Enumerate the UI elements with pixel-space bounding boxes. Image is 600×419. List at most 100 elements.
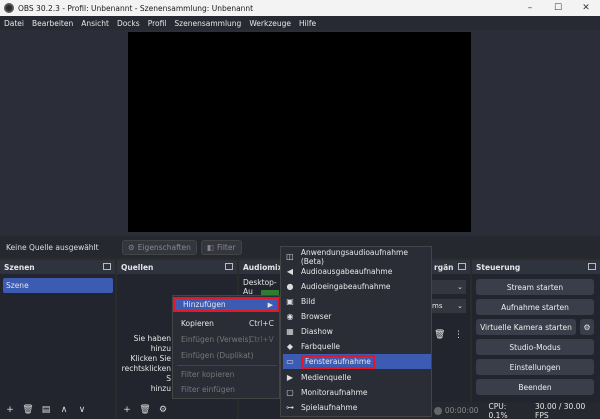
menu-separator: [177, 365, 277, 366]
menu-hilfe[interactable]: Hilfe: [299, 19, 316, 28]
undock-icon[interactable]: [588, 263, 596, 270]
minimize-icon[interactable]: –: [516, 0, 544, 16]
slideshow-icon: ▦: [286, 327, 294, 336]
start-stream-button[interactable]: Stream starten: [476, 279, 594, 295]
sources-toolbar: + 🗑 ⚙: [117, 401, 237, 419]
status-bar: 00:00:00 CPU: 0.1% 30.00 / 30.00 FPS: [432, 402, 600, 419]
submenu-item-label: Monitoraufnahme: [301, 388, 368, 397]
scenes-header: Szenen: [0, 260, 115, 274]
sources-title: Quellen: [121, 262, 154, 272]
submenu-item-browser[interactable]: ◉ Browser: [283, 309, 431, 324]
submenu-item-audio-input[interactable]: ● Audioeingabeaufnahme: [283, 279, 431, 294]
undock-icon[interactable]: [225, 263, 233, 270]
monitor-icon: ▢: [286, 388, 294, 397]
filter-label: Filter: [216, 242, 236, 252]
submenu-item-label: Diashow: [301, 327, 333, 336]
menu-docks[interactable]: Docks: [117, 19, 140, 28]
submenu-item-image[interactable]: ▣ Bild: [283, 294, 431, 309]
sources-context-menu: Hinzufügen ▶ Kopieren Ctrl+C Einfügen (Ver…: [172, 295, 280, 399]
menu-item-label: Filter kopieren: [181, 370, 235, 379]
transition-select[interactable]: ⌄: [430, 280, 466, 294]
submenu-item-app-audio[interactable]: ◫ Anwendungsaudioaufnahme (Beta): [283, 248, 431, 266]
hint-line: hinzu: [150, 384, 171, 393]
menu-item-paste-filters: Filter einfügen: [173, 382, 279, 397]
add-source-submenu: ◫ Anwendungsaudioaufnahme (Beta) ◀ Audioau…: [280, 246, 432, 417]
add-icon[interactable]: +: [121, 404, 133, 416]
controls-title: Steuerung: [476, 262, 521, 272]
menu-item-paste-reference: Einfügen (Verweis) Ctrl+V: [173, 332, 279, 347]
move-up-icon[interactable]: ∧: [58, 404, 70, 416]
window-title: OBS 30.2.3 - Profil: Unbenannt - Szenens…: [18, 3, 254, 13]
submenu-item-label: Audioeingabeaufnahme: [301, 282, 391, 291]
filter-icon: ◧: [206, 242, 214, 252]
preview-canvas[interactable]: [128, 32, 471, 232]
menu-item-label: Einfügen (Duplikat): [181, 351, 254, 360]
obs-logo-icon: [4, 3, 14, 13]
app-audio-icon: ◫: [286, 252, 294, 261]
gear-icon: ⚙: [128, 242, 135, 252]
menu-bar: Datei Bearbeiten Ansicht Docks Profil Sz…: [0, 16, 600, 30]
maximize-icon[interactable]: ☐: [544, 0, 572, 16]
gear-icon[interactable]: ⚙: [157, 404, 169, 416]
studio-mode-button[interactable]: Studio-Modus: [476, 339, 594, 355]
submenu-item-label: Browser: [301, 312, 332, 321]
hint-line: Sie haben: [133, 334, 171, 343]
controls-header: Steuerung: [472, 260, 600, 274]
duration-field[interactable]: ms ⌄: [430, 299, 466, 313]
properties-button[interactable]: ⚙ Eigenschaften: [122, 239, 197, 255]
duration-suffix: ms: [432, 302, 443, 310]
move-down-icon[interactable]: ∨: [76, 404, 88, 416]
menu-dots-icon[interactable]: ⋮: [454, 330, 463, 340]
menu-datei[interactable]: Datei: [4, 19, 24, 28]
submenu-item-media-source[interactable]: ▶ Medienquelle: [283, 370, 431, 385]
submenu-item-monitor-capture[interactable]: ▢ Monitoraufnahme: [283, 385, 431, 400]
menu-profil[interactable]: Profil: [148, 19, 167, 28]
menu-szenensammlung[interactable]: Szenensammlung: [174, 19, 241, 28]
start-recording-button[interactable]: Aufnahme starten: [476, 299, 594, 315]
submenu-item-label: Medienquelle: [301, 373, 352, 382]
globe-icon: ◉: [286, 312, 294, 321]
close-icon[interactable]: ✕: [572, 0, 600, 16]
start-virtual-camera-button[interactable]: Virtuelle Kamera starten: [476, 319, 576, 335]
gamepad-icon: ⊶: [286, 403, 294, 412]
microphone-icon: ●: [286, 282, 294, 291]
menu-item-shortcut: Ctrl+V: [249, 335, 274, 344]
title-bar: OBS 30.2.3 - Profil: Unbenannt - Szenens…: [0, 0, 600, 16]
fps-readout: 30.00 / 30.00 FPS: [535, 401, 586, 419]
submenu-item-color-source[interactable]: ◆ Farbquelle: [283, 339, 431, 354]
submenu-item-slideshow[interactable]: ▦ Diashow: [283, 324, 431, 339]
settings-button[interactable]: Einstellungen: [476, 359, 594, 375]
controls-dock: Steuerung Stream starten Aufnahme starte…: [472, 260, 600, 419]
no-source-label: Keine Quelle ausgewählt: [6, 242, 99, 252]
exit-button[interactable]: Beenden: [476, 379, 594, 395]
submenu-item-label: Bild: [301, 297, 316, 306]
trash-icon[interactable]: 🗑: [139, 404, 151, 416]
trash-icon[interactable]: 🗑: [22, 404, 34, 416]
undock-icon[interactable]: [458, 263, 466, 270]
scene-item[interactable]: Szene: [3, 278, 113, 293]
hint-line: hinzu: [150, 344, 171, 353]
transitions-dock: rgän ⌄ ms ⌄ 🗑 ⋮: [430, 260, 470, 419]
menu-ansicht[interactable]: Ansicht: [81, 19, 109, 28]
menu-item-add[interactable]: Hinzufügen ▶: [173, 297, 279, 312]
menu-werkzeuge[interactable]: Werkzeuge: [249, 19, 291, 28]
filter-icon[interactable]: ▤: [40, 404, 52, 416]
cpu-usage: CPU: 0.1%: [488, 401, 508, 419]
virtual-camera-settings-icon[interactable]: ⚙: [580, 319, 594, 335]
submenu-item-audio-output[interactable]: ◀ Audioausgabeaufnahme: [283, 264, 431, 279]
menu-item-shortcut: Ctrl+C: [249, 319, 274, 328]
submenu-item-game-capture[interactable]: ⊶ Spielaufnahme: [283, 400, 431, 415]
submenu-item-window-capture[interactable]: ▭ Fensteraufnahme: [283, 354, 431, 369]
menu-item-label: Einfügen (Verweis): [181, 335, 252, 344]
menu-bearbeiten[interactable]: Bearbeiten: [32, 19, 73, 28]
add-icon[interactable]: +: [4, 404, 16, 416]
menu-item-copy[interactable]: Kopieren Ctrl+C: [173, 316, 279, 331]
undock-icon[interactable]: [103, 263, 111, 270]
filter-button[interactable]: ◧ Filter: [200, 239, 242, 255]
scenes-toolbar: + 🗑 ▤ ∧ ∨: [0, 401, 115, 419]
hint-line: rechtsklicken S: [121, 364, 171, 383]
trash-icon[interactable]: 🗑: [434, 330, 445, 340]
record-indicator-icon: [434, 406, 442, 415]
recording-time: 00:00:00: [444, 406, 479, 415]
sources-header: Quellen: [117, 260, 237, 274]
